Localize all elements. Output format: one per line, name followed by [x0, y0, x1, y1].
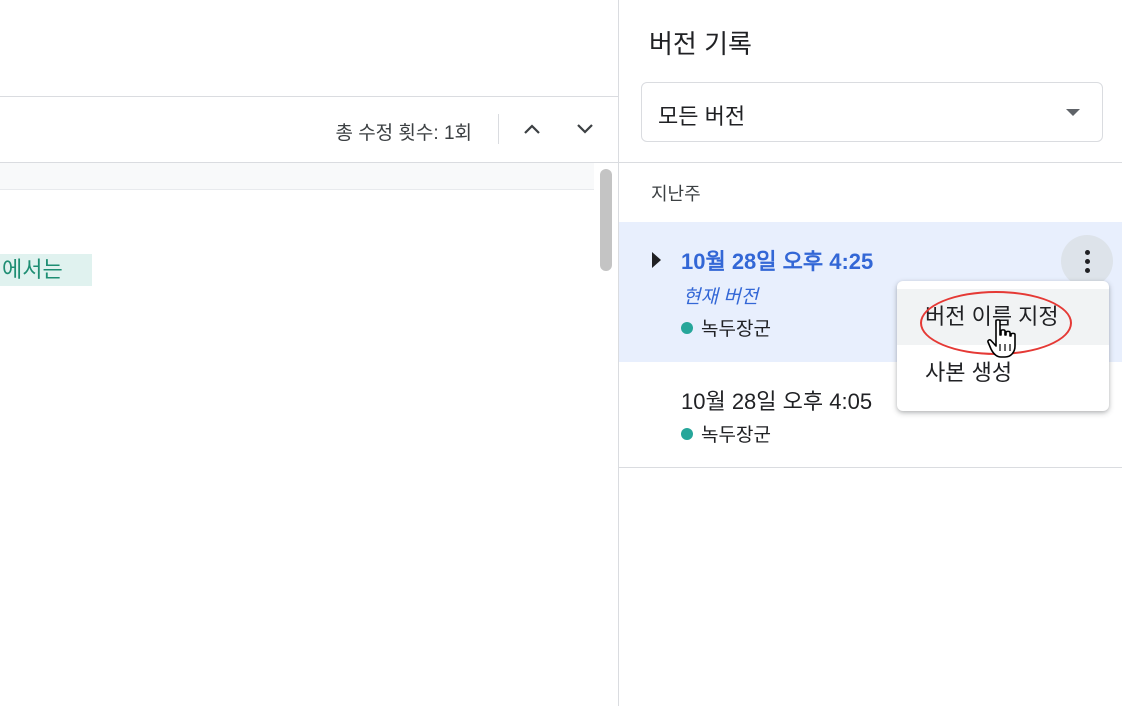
- more-vertical-icon: [1084, 267, 1090, 273]
- chevron-down-icon: [577, 124, 593, 134]
- edit-count: 총 수정 횟수: 1회: [335, 123, 472, 144]
- author-color-dot: [681, 321, 693, 334]
- author-name: 녹두장군: [701, 319, 771, 340]
- version-date: 10월 28일 오후 4:25: [681, 249, 874, 274]
- more-vertical-icon: [1084, 249, 1090, 255]
- next-edit-button[interactable]: [567, 111, 603, 147]
- toolbar-divider: [498, 114, 499, 144]
- panel-title: 버전 기록: [649, 29, 752, 59]
- document-area: 총 수정 횟수: 1회 에서는: [0, 0, 618, 706]
- version-filter-dropdown[interactable]: 모든 버전: [641, 82, 1103, 142]
- menu-item-make-copy[interactable]: 사본 생성: [897, 345, 1109, 401]
- document-page[interactable]: 에서는: [0, 189, 594, 706]
- version-context-menu: 버전 이름 지정 사본 생성: [897, 281, 1109, 411]
- dropdown-caret-icon: [1066, 109, 1080, 116]
- scrollbar-thumb[interactable]: [600, 169, 612, 271]
- version-author: 녹두장군: [681, 314, 771, 341]
- menu-item-name-version[interactable]: 버전 이름 지정: [897, 289, 1109, 345]
- chevron-up-icon: [524, 124, 540, 134]
- filter-selected-value: 모든 버전: [658, 104, 746, 129]
- triangle-right-icon[interactable]: [652, 252, 661, 268]
- author-name: 녹두장군: [701, 425, 771, 446]
- author-color-dot: [681, 427, 693, 440]
- panel-divider: [619, 162, 1122, 163]
- section-label-last-week: 지난주: [651, 184, 701, 204]
- more-actions-button[interactable]: [1061, 235, 1113, 287]
- version-date: 10월 28일 오후 4:05: [681, 389, 873, 414]
- version-author: 녹두장군: [681, 420, 771, 447]
- document-canvas: 에서는: [0, 163, 594, 706]
- previous-edit-button[interactable]: [514, 111, 550, 147]
- more-vertical-icon: [1084, 258, 1090, 264]
- top-bar: [0, 0, 618, 97]
- document-scrollbar[interactable]: [594, 163, 618, 706]
- revision-toolbar: 총 수정 횟수: 1회: [0, 97, 618, 163]
- highlighted-edit-text: 에서는: [0, 254, 92, 286]
- current-version-label: 현재 버전: [683, 287, 759, 308]
